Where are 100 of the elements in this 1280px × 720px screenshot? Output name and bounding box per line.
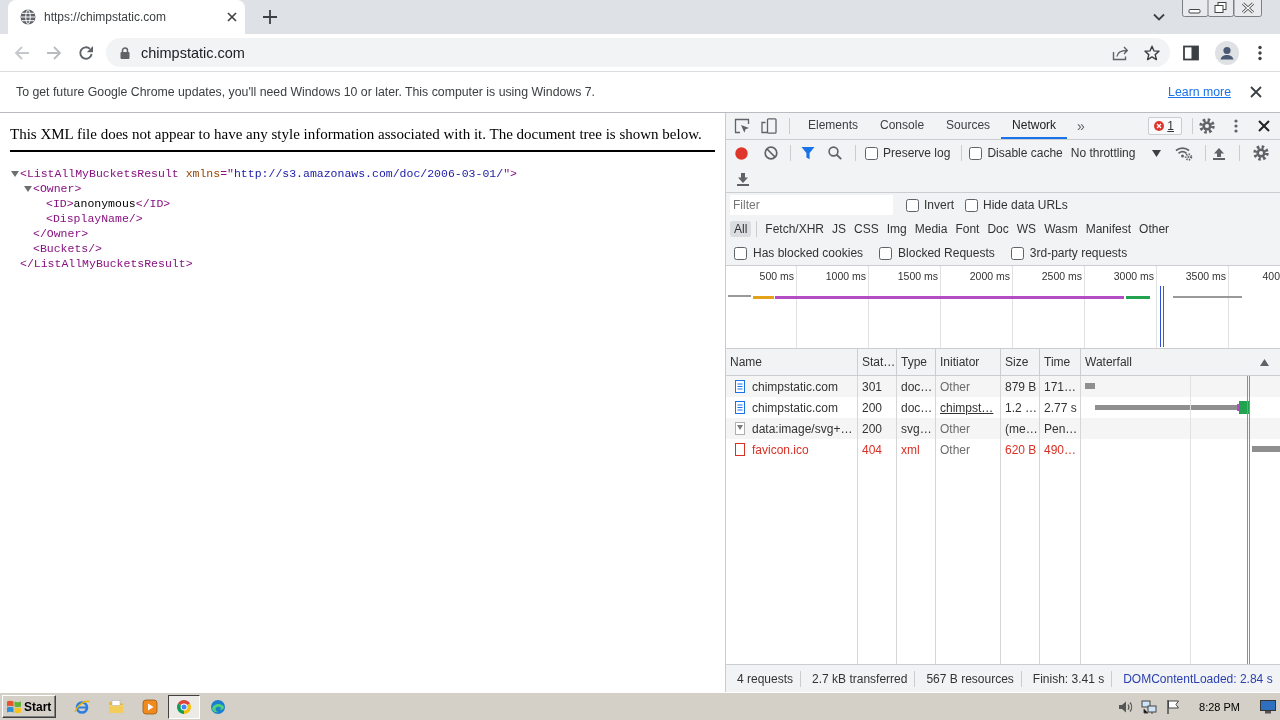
resource-type-button[interactable]: Img [882,221,911,237]
download-icon[interactable] [736,172,750,186]
resource-type-button[interactable]: WS [1012,221,1041,237]
new-tab-icon[interactable] [263,10,277,24]
minimize-icon[interactable] [1182,0,1208,17]
request-name[interactable]: chimpstatic.com [752,400,839,415]
devtools-tab[interactable]: Elements [797,113,870,139]
side-panel-icon[interactable] [1183,44,1199,61]
checkbox[interactable] [1010,246,1024,260]
checkbox-label[interactable]: 3rd-party requests [1029,246,1128,260]
taskbar-button[interactable] [168,694,201,719]
column-header[interactable]: Type [897,349,936,375]
xml-notice: This XML file does not appear to have any style information associated with it. The document tree is shown below. [10,125,702,144]
request-name[interactable]: data:image/svg+… [752,421,853,436]
summary-text: Finish: 3.41 s [1021,670,1113,687]
xml-line: </Owner> [33,226,89,241]
tick-label: 400 [1262,270,1280,282]
checkbox[interactable] [965,198,978,212]
column-header[interactable]: Size [1001,349,1040,375]
filter-icon[interactable] [801,146,815,160]
table-cell: xml [897,439,936,460]
resource-type-button[interactable]: CSS [850,221,883,237]
address-bar[interactable]: chimpstatic.com [106,38,1170,67]
request-name[interactable]: chimpstatic.com [752,379,839,394]
table-cell: (me… [1001,418,1040,439]
resource-type-button[interactable]: Other [1135,221,1174,237]
checkbox[interactable] [906,198,919,212]
column-header[interactable]: Name [726,349,858,375]
resource-type-button[interactable]: Media [910,221,952,237]
star-icon[interactable] [1144,44,1160,61]
clock-text[interactable]: 8:28 PM [1199,700,1240,713]
summary-text: 4 requests [726,670,802,687]
menu-icon[interactable] [1258,44,1262,61]
column-header[interactable]: Time [1040,349,1081,375]
resource-type-button[interactable]: All [730,221,752,237]
column-header[interactable]: Stat… [858,349,897,375]
checkbox[interactable] [734,246,747,260]
column-header[interactable]: Waterfall [1081,349,1280,375]
error-badge[interactable]: 1 [1148,117,1182,135]
chevron-down-icon[interactable] [1153,13,1165,21]
devtools-tab[interactable]: Sources [935,113,1002,139]
resource-type-button[interactable]: Wasm [1040,221,1082,237]
throttling-dropdown[interactable]: No throttling [1070,146,1162,160]
table-cell: 171… [1040,376,1081,397]
close-icon[interactable] [1258,120,1270,132]
resource-type-button[interactable]: Doc [983,221,1013,237]
close-icon[interactable] [227,12,237,22]
tick-label: 2000 ms [969,270,1010,282]
checkbox-label[interactable]: Preserve log [883,146,951,160]
table-row[interactable]: chimpstatic.com 301 doc… Other 879 B 171… [726,376,1280,397]
checkbox-label[interactable]: Disable cache [987,146,1063,160]
upload-icon[interactable] [1212,146,1227,160]
checkbox[interactable] [865,146,878,160]
resource-type-button[interactable]: Font [951,221,984,237]
wifi-settings-icon[interactable] [1175,145,1194,161]
toggle-triangle-icon[interactable] [10,168,20,179]
column-header[interactable]: Initiator [936,349,1001,375]
summary-text: 2.7 kB transferred [801,670,916,687]
table-row[interactable]: data:image/svg+… 200 svg… Other (me… Pen… [726,418,1280,439]
resource-type-button[interactable]: Fetch/XHR [761,221,829,237]
image-icon [735,422,745,435]
browser-tab[interactable]: https://chimpstatic.com [8,0,245,34]
network-icon[interactable] [1141,698,1158,715]
checkbox[interactable] [969,146,983,160]
more-tabs-button[interactable]: » [1071,118,1091,134]
desktop-icon[interactable] [1260,699,1276,714]
clear-icon[interactable] [764,146,778,160]
learn-more-link[interactable]: Learn more [1168,85,1231,99]
checkbox-label[interactable]: Invert [924,198,954,212]
checkbox-label[interactable]: Blocked Requests [898,246,995,260]
flag-icon[interactable] [1165,698,1182,715]
settings-icon[interactable] [1253,145,1270,161]
browser-icon [74,698,91,715]
search-icon[interactable] [828,146,842,160]
share-icon[interactable] [1112,44,1129,61]
table-cell: Other [936,439,1001,460]
start-button[interactable]: Start [2,695,57,718]
device-icon[interactable] [761,118,777,134]
reload-icon[interactable] [78,44,94,61]
checkbox-label[interactable]: Has blocked cookies [753,246,864,260]
table-cell: 879 B [1001,376,1040,397]
restore-icon[interactable] [1208,0,1234,17]
devtools-tab[interactable]: Console [869,113,936,139]
avatar-icon[interactable] [1215,40,1239,65]
play-icon [142,698,159,715]
checkbox-label[interactable]: Hide data URLs [983,198,1068,212]
xml-line: <Owner> [33,181,82,196]
settings-icon[interactable] [1199,118,1215,134]
checkbox[interactable] [879,246,893,260]
resource-type-button[interactable]: Manifest [1081,221,1136,237]
resource-type-button[interactable]: JS [828,221,851,237]
close-icon[interactable] [1250,86,1262,98]
inspect-icon[interactable] [734,118,750,134]
more-icon[interactable] [1234,119,1238,133]
initiator-link[interactable]: chimpst… [940,400,994,415]
request-name[interactable]: favicon.ico [752,442,809,457]
record-button[interactable] [735,146,748,160]
filter-field[interactable]: Filter [730,195,893,215]
table-cell: 200 [858,418,897,439]
toggle-triangle-icon[interactable] [23,183,33,194]
